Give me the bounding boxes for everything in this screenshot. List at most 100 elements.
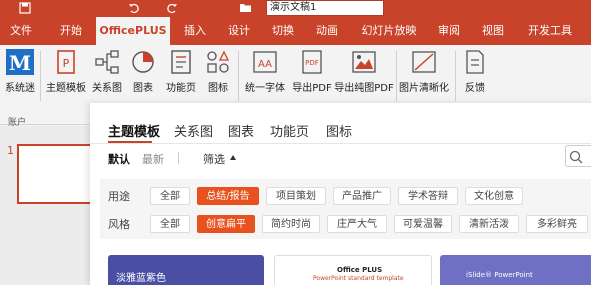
ribbon-label: 导出纯图PDF [334,83,394,94]
usage-chip-all[interactable]: 全部 [150,187,190,205]
chart-button[interactable]: 图表 [128,49,158,99]
ribbon-label: 主题模板 [46,83,86,94]
document-title[interactable]: 演示文稿1 [266,0,384,16]
ribbon-divider [238,51,239,101]
svg-text:M: M [9,51,31,75]
style-chip-simple-fashion[interactable]: 简约时尚 [262,215,320,233]
style-chip-colorful[interactable]: 多彩鲜亮 [526,215,588,233]
slide-thumbnail-pane: 1 [0,126,95,285]
ribbon-label: 反馈 [465,83,485,94]
redo-icon[interactable] [165,2,179,14]
tab-review[interactable]: 审阅 [434,17,464,45]
template-card-title: 淡雅蓝紫色 [116,273,166,284]
image-sharpen-icon [410,49,438,75]
tab-file[interactable]: 文件 [6,17,36,45]
theme-template-button[interactable]: P 主题模板 [44,49,88,99]
search-input[interactable] [565,145,591,167]
style-chip-solemn[interactable]: 庄严大气 [327,215,387,233]
function-page-icon [167,49,195,75]
filter-area: 用途 全部 总结/报告 项目策划 产品推广 学术答辩 文化创意 风格 全部 创意… [100,179,591,239]
export-image-pdf-icon [350,49,378,75]
svg-text:P: P [63,57,70,70]
sort-latest[interactable]: 最新 [142,151,164,167]
icons-icon [204,49,232,75]
relation-diagram-icon [93,49,121,75]
style-chip-creative-flat[interactable]: 创意扁平 [197,215,255,233]
unify-font-icon: AA [251,49,279,75]
tab-developer[interactable]: 开发工具 [524,17,576,45]
title-bar: 演示文稿1 [0,0,591,17]
officeplus-account-button[interactable]: M 系统迷 [2,49,38,99]
tab-insert[interactable]: 插入 [180,17,210,45]
tab-transitions[interactable]: 切换 [268,17,298,45]
feedback-icon [461,49,489,75]
undo-icon[interactable] [127,2,141,14]
template-card[interactable]: iSlide® PowerPoint [440,255,591,285]
tab-slideshow[interactable]: 幻灯片放映 [358,17,420,45]
usage-chip-summary-report[interactable]: 总结/报告 [197,187,259,205]
officeplus-template-panel: 主题模板 关系图 图表 功能页 图标 默认 最新 筛选 用途 全部 总结/报告 … [90,103,591,285]
template-card[interactable]: 淡雅蓝紫色 [108,255,264,285]
powerpoint-window: 演示文稿1 文件 开始 OfficePLUS 插入 设计 切换 动画 幻灯片放映… [0,0,591,285]
panel-tab-chart[interactable]: 图表 [228,121,254,140]
style-chip-cute-warm[interactable]: 可爱温馨 [394,215,452,233]
ribbon-label: 图标 [208,83,228,94]
ribbon-label: 系统迷 [5,83,35,94]
template-card[interactable]: Office PLUS PowerPoint standard template [274,255,432,285]
export-image-pdf-button[interactable]: 导出纯图PDF [334,49,394,99]
image-sharpen-button[interactable]: 图片清晰化 [398,49,450,99]
template-card-subtitle: PowerPoint standard template [313,275,404,282]
svg-text:AA: AA [258,59,272,70]
ribbon-label: 关系图 [92,83,122,94]
usage-chip-product-promo[interactable]: 产品推广 [333,187,391,205]
svg-text:PDF: PDF [305,59,319,67]
slide-thumbnail[interactable] [17,144,95,204]
template-card-title: Office PLUS [337,266,383,274]
tab-home[interactable]: 开始 [56,17,86,45]
tab-animations[interactable]: 动画 [312,17,342,45]
usage-label: 用途 [108,190,130,203]
panel-tab-relation-diagram[interactable]: 关系图 [174,121,213,140]
ribbon-label: 统一字体 [245,83,285,94]
style-chip-all[interactable]: 全部 [150,215,190,233]
officeplus-logo-icon: M [6,49,34,75]
chart-icon [129,49,157,75]
search-icon [569,149,583,168]
icons-button[interactable]: 图标 [204,49,232,99]
panel-tab-icons[interactable]: 图标 [326,121,352,140]
theme-template-icon: P [52,49,80,75]
active-tab-indicator [108,141,152,143]
panel-tab-theme-template[interactable]: 主题模板 [108,121,160,140]
feedback-button[interactable]: 反馈 [460,49,490,99]
ribbon-divider [396,51,397,101]
tab-design[interactable]: 设计 [224,17,254,45]
unify-font-button[interactable]: AA 统一字体 [242,49,288,99]
save-icon[interactable] [18,2,32,14]
export-pdf-icon: PDF [298,49,326,75]
export-pdf-button[interactable]: PDF 导出PDF [291,49,333,99]
ribbon-label: 图片清晰化 [399,83,449,94]
usage-chip-cultural-creative[interactable]: 文化创意 [465,187,523,205]
template-card-title: iSlide® PowerPoint [466,271,533,279]
filter-button[interactable]: 筛选 [203,151,225,167]
usage-chip-project-plan[interactable]: 项目策划 [266,187,326,205]
ribbon-divider [455,51,456,101]
folder-icon[interactable] [238,2,252,14]
sort-divider [178,152,179,164]
sort-default[interactable]: 默认 [108,151,130,167]
ribbon-divider [40,51,41,101]
style-label: 风格 [108,218,130,231]
ribbon-tabs: 文件 开始 OfficePLUS 插入 设计 切换 动画 幻灯片放映 审阅 视图… [0,17,591,45]
ribbon-label: 导出PDF [292,83,332,94]
ribbon-label: 功能页 [166,83,196,94]
style-chip-fresh-lively[interactable]: 清新活泼 [459,215,519,233]
function-page-button[interactable]: 功能页 [162,49,200,99]
caret-up-icon[interactable] [230,155,236,160]
panel-tab-function-page[interactable]: 功能页 [270,121,309,140]
slide-number: 1 [7,144,14,157]
relation-diagram-button[interactable]: 关系图 [90,49,124,99]
tab-officeplus[interactable]: OfficePLUS [96,17,170,45]
tab-view[interactable]: 视图 [478,17,508,45]
usage-chip-academic-defense[interactable]: 学术答辩 [398,187,458,205]
ribbon-label: 图表 [133,83,153,94]
